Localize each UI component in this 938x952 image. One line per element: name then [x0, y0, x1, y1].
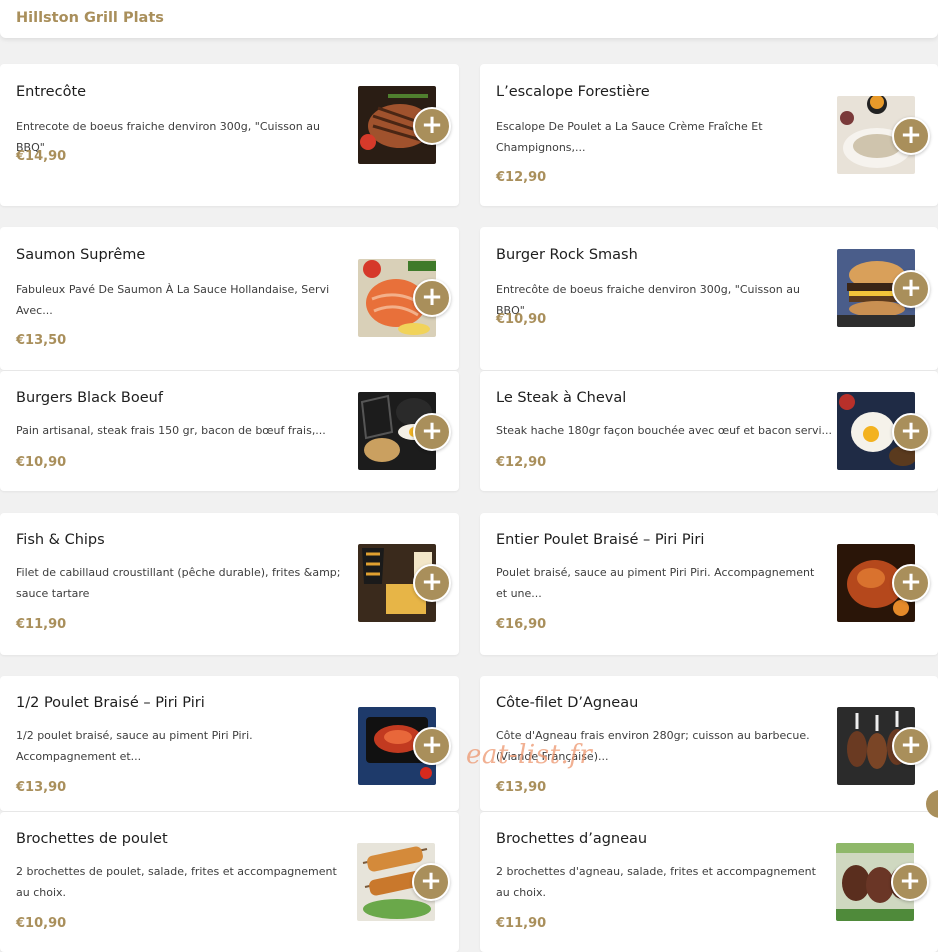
dish-price: €11,90 — [496, 916, 547, 931]
dish-price: €10,90 — [496, 312, 547, 327]
dish-description: 1/2 poulet braisé, sauce au piment Piri … — [16, 729, 253, 763]
add-to-cart-button[interactable]: + — [413, 279, 451, 317]
add-to-cart-button[interactable]: + — [413, 107, 451, 145]
plus-icon: + — [900, 567, 922, 597]
add-to-cart-button[interactable]: + — [891, 863, 929, 901]
add-to-cart-button[interactable]: + — [413, 727, 451, 765]
plus-icon: + — [421, 567, 443, 597]
menu-item-card[interactable]: L’escalope Forestière Escalope De Poulet… — [480, 64, 938, 206]
plus-icon: + — [900, 120, 922, 150]
plus-icon: + — [421, 282, 443, 312]
dish-name: Le Steak à Cheval — [496, 390, 627, 406]
plus-icon: + — [900, 416, 922, 446]
dish-price: €14,90 — [16, 149, 67, 164]
watermark: eat-list.fr — [466, 740, 593, 770]
dish-price: €13,50 — [16, 333, 67, 348]
add-to-cart-button[interactable]: + — [892, 727, 930, 765]
dish-price: €10,90 — [16, 455, 67, 470]
plus-icon: + — [900, 273, 922, 303]
plus-icon: + — [900, 730, 922, 760]
dish-name: Entrecôte — [16, 84, 87, 100]
plus-icon: + — [421, 730, 443, 760]
dish-name: Fish & Chips — [16, 532, 105, 548]
menu-item-card[interactable]: Saumon Suprême Fabuleux Pavé De Saumon À… — [0, 227, 459, 370]
menu-item-card[interactable]: Burgers Black Boeuf Pain artisanal, stea… — [0, 371, 459, 491]
dish-price: €13,90 — [496, 780, 547, 795]
menu-item-card[interactable]: Brochettes de poulet 2 brochettes de pou… — [0, 812, 459, 952]
dish-price: €10,90 — [16, 916, 67, 931]
dish-description: Poulet braisé, sauce au piment Piri Piri… — [496, 566, 815, 600]
menu-item-card[interactable]: Entrecôte Entrecote de boeus fraiche den… — [0, 64, 459, 206]
dish-description: Steak hache 180gr façon bouchée avec œuf… — [496, 424, 833, 437]
menu-item-card[interactable]: Burger Rock Smash Entrecôte de boeus fra… — [480, 227, 938, 370]
dish-price: €12,90 — [496, 455, 547, 470]
plus-icon: + — [421, 110, 443, 140]
dish-name: 1/2 Poulet Braisé – Piri Piri — [16, 695, 205, 711]
add-to-cart-button[interactable]: + — [413, 564, 451, 602]
dish-price: €12,90 — [496, 170, 547, 185]
menu-item-card[interactable]: Entier Poulet Braisé – Piri Piri Poulet … — [480, 513, 938, 655]
dish-description: Filet de cabillaud croustillant (pêche d… — [16, 566, 341, 600]
dish-description: 2 brochettes de poulet, salade, frites e… — [16, 865, 337, 899]
dish-name: Brochettes de poulet — [16, 831, 168, 847]
menu-category-header: Hillston Grill Plats — [0, 0, 938, 38]
add-to-cart-button[interactable]: + — [892, 413, 930, 451]
dish-description: Pain artisanal, steak frais 150 gr, baco… — [16, 424, 326, 437]
menu-item-card[interactable]: 1/2 Poulet Braisé – Piri Piri 1/2 poulet… — [0, 676, 459, 811]
plus-icon: + — [421, 416, 443, 446]
dish-description: Escalope De Poulet a La Sauce Crème Fraî… — [496, 120, 763, 154]
add-to-cart-button[interactable]: + — [892, 564, 930, 602]
dish-name: L’escalope Forestière — [496, 84, 650, 100]
dish-name: Brochettes d’agneau — [496, 831, 648, 847]
dish-price: €13,90 — [16, 780, 67, 795]
menu-item-card[interactable]: Le Steak à Cheval Steak hache 180gr faço… — [480, 371, 938, 491]
add-to-cart-button[interactable]: + — [413, 413, 451, 451]
menu-item-card[interactable]: Brochettes d’agneau 2 brochettes d'agnea… — [480, 812, 938, 952]
category-title: Hillston Grill Plats — [16, 10, 164, 26]
menu-item-card[interactable]: Fish & Chips Filet de cabillaud croustil… — [0, 513, 459, 655]
add-to-cart-button[interactable]: + — [892, 117, 930, 155]
dish-name: Burger Rock Smash — [496, 247, 638, 263]
dish-description: Fabuleux Pavé De Saumon À La Sauce Holla… — [16, 283, 330, 317]
add-to-cart-button[interactable]: + — [412, 863, 450, 901]
dish-description: 2 brochettes d'agneau, salade, frites et… — [496, 865, 816, 899]
dish-name: Saumon Suprême — [16, 247, 146, 263]
dish-price: €16,90 — [496, 617, 547, 632]
add-to-cart-button[interactable]: + — [892, 270, 930, 308]
dish-name: Côte-filet D’Agneau — [496, 695, 639, 711]
dish-price: €11,90 — [16, 617, 67, 632]
plus-icon: + — [420, 866, 442, 896]
plus-icon: + — [899, 866, 921, 896]
dish-name: Burgers Black Boeuf — [16, 390, 163, 406]
dish-name: Entier Poulet Braisé – Piri Piri — [496, 532, 705, 548]
